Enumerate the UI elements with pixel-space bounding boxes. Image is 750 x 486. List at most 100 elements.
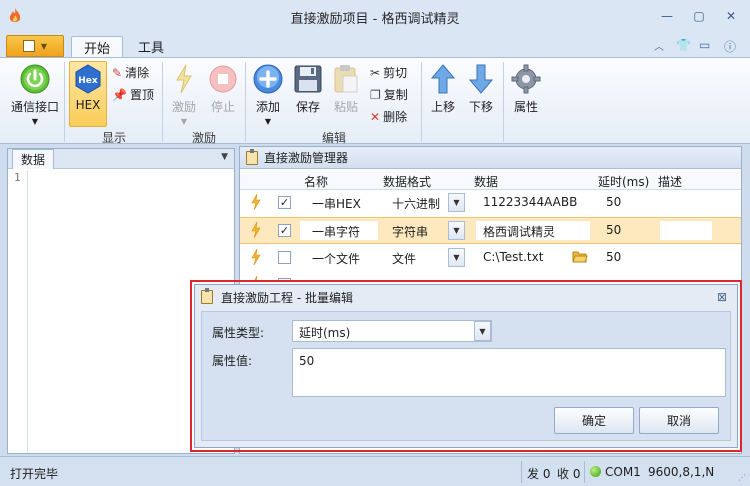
table-row-partial[interactable] xyxy=(240,272,741,280)
window-title: 直接激励项目 - 格西调试精灵 xyxy=(290,12,460,27)
hex-icon: Hex xyxy=(75,64,101,94)
com-port: COM1 xyxy=(605,465,641,479)
row-checkbox[interactable] xyxy=(278,251,291,264)
add-label: 添加 xyxy=(255,100,280,114)
format-dropdown-button[interactable]: ▼ xyxy=(448,221,465,240)
column-header-format[interactable]: 数据格式 xyxy=(383,173,431,190)
document-icon xyxy=(22,40,35,52)
floppy-disk-icon xyxy=(294,65,322,93)
add-circle-icon xyxy=(253,64,283,94)
properties-label: 属性 xyxy=(513,100,538,114)
dialog-title-bar: 直接激励工程 - 批量编辑 xyxy=(195,285,737,309)
ok-button[interactable]: 确定 xyxy=(554,407,634,434)
copy-icon: ❐ xyxy=(370,87,381,102)
tab-start[interactable]: 开始 xyxy=(71,36,124,57)
table-row[interactable]: ✓ 一串HEX 十六进制 ▼ 11223344AABB 50 xyxy=(240,190,741,217)
monitor-icon[interactable]: ▭ xyxy=(699,38,710,52)
eraser-icon: ✎ xyxy=(112,65,123,80)
chevron-down-icon: ▼ xyxy=(264,117,272,126)
help-icon[interactable]: ⓘ xyxy=(724,38,736,55)
row-format: 字符串 xyxy=(392,225,429,239)
property-type-value: 延时(ms) xyxy=(299,326,351,340)
column-header-delay[interactable]: 延时(ms) xyxy=(598,173,649,190)
chevron-down-icon[interactable]: ▼ xyxy=(474,321,491,341)
close-button[interactable]: ✕ xyxy=(721,7,741,25)
row-name: 一串HEX xyxy=(312,197,361,211)
application-menu-button[interactable]: ▼ xyxy=(6,35,64,57)
hex-button-content: Hex HEX xyxy=(69,64,107,112)
cut-label: 剪切 xyxy=(383,66,408,80)
add-button[interactable]: 添加 ▼ xyxy=(251,64,285,126)
stimulate-label: 激励 xyxy=(171,100,196,114)
paste-button[interactable]: 粘贴 xyxy=(329,64,363,115)
connect-label: 通信接口 xyxy=(10,100,59,114)
chevron-up-icon[interactable]: ︿ xyxy=(654,38,664,53)
property-value-label: 属性值: xyxy=(212,354,253,368)
row-delay: 50 xyxy=(606,250,622,264)
format-dropdown-button[interactable]: ▼ xyxy=(448,193,465,212)
group-stimulate-label: 激励 xyxy=(191,131,216,145)
ribbon-tab-row: ▼ 开始 工具 ︿ 👕 ▭ ⓘ xyxy=(0,33,750,57)
clipboard-icon xyxy=(246,148,258,165)
format-dropdown-button[interactable]: ▼ xyxy=(448,248,465,267)
stop-button[interactable]: 停止 xyxy=(206,64,240,115)
chevron-down-icon[interactable]: ▼ xyxy=(221,152,228,162)
line-number-gutter: 1 xyxy=(8,170,28,453)
ribbon: 通信接口 ▼ Hex HEX ✎ 清除 📌 置顶 显示 激励 ▼ 停止 激励 添… xyxy=(0,57,750,145)
column-header-description[interactable]: 描述 xyxy=(658,173,682,190)
stimulate-button[interactable]: 激励 ▼ xyxy=(167,64,201,126)
column-header-data[interactable]: 数据 xyxy=(474,173,498,190)
power-icon xyxy=(20,64,50,94)
minimize-button[interactable]: — xyxy=(657,7,677,25)
row-format: 十六进制 xyxy=(392,197,441,211)
table-row[interactable]: 一个文件 文件 ▼ C:\Test.txt 50 xyxy=(240,245,741,272)
lightning-icon[interactable] xyxy=(251,194,261,210)
manager-title: 直接激励管理器 xyxy=(264,151,349,165)
lightning-icon[interactable] xyxy=(251,249,261,265)
copy-button[interactable]: ❐ 复制 xyxy=(370,86,408,103)
move-down-label: 下移 xyxy=(468,100,493,114)
connect-button[interactable]: 通信接口 ▼ xyxy=(10,64,60,126)
tab-data[interactable]: 数据 xyxy=(12,149,55,169)
dialog-title: 直接激励工程 - 批量编辑 xyxy=(221,290,353,305)
stop-label: 停止 xyxy=(210,100,235,114)
move-up-button[interactable]: 上移 xyxy=(428,64,458,115)
connection-status-icon xyxy=(590,466,601,477)
row-delay: 50 xyxy=(606,195,622,209)
tab-tools[interactable]: 工具 xyxy=(126,36,176,57)
title-bar: 直接激励项目 - 格西调试精灵 — ▢ ✕ xyxy=(0,0,750,33)
close-icon[interactable]: ⊠ xyxy=(717,290,727,304)
move-down-button[interactable]: 下移 xyxy=(466,64,496,115)
resize-grip-icon[interactable]: ⋰ xyxy=(738,473,746,482)
lightning-icon[interactable] xyxy=(251,222,261,238)
status-bar: 打开完毕 发 0 收 0 COM1 9600,8,1,N ⋰ xyxy=(0,456,750,486)
copy-label: 复制 xyxy=(383,88,408,102)
shirt-icon[interactable]: 👕 xyxy=(676,38,691,52)
folder-open-icon[interactable] xyxy=(572,250,588,264)
cancel-button[interactable]: 取消 xyxy=(639,407,719,434)
received-count: 收 0 xyxy=(557,467,581,481)
clear-button[interactable]: ✎ 清除 xyxy=(112,64,149,81)
manager-header: 直接激励管理器 xyxy=(240,147,741,169)
row-data: 11223344AABB xyxy=(483,195,578,209)
delete-button[interactable]: ✕ 删除 xyxy=(370,108,407,125)
row-data: C:\Test.txt xyxy=(483,250,544,264)
row-name: 一个文件 xyxy=(312,252,361,266)
grid-header: 名称 数据格式 数据 延时(ms) 描述 xyxy=(240,170,741,190)
property-type-label: 属性类型: xyxy=(212,326,265,340)
row-checkbox[interactable]: ✓ xyxy=(278,224,291,237)
pin-top-button[interactable]: 📌 置顶 xyxy=(112,86,154,103)
hex-label: HEX xyxy=(75,98,101,112)
row-checkbox[interactable]: ✓ xyxy=(278,196,291,209)
property-type-select[interactable]: 延时(ms) ▼ xyxy=(292,320,492,342)
maximize-button[interactable]: ▢ xyxy=(689,7,709,25)
property-value-text: 50 xyxy=(299,354,315,368)
gear-icon xyxy=(511,64,541,94)
table-row-selected[interactable]: ✓ 一串字符 字符串 ▼ 格西调试精灵 50 xyxy=(240,217,741,244)
group-edit-label: 编辑 xyxy=(321,131,346,145)
save-button[interactable]: 保存 xyxy=(291,64,325,115)
properties-button[interactable]: 属性 xyxy=(509,64,543,115)
property-value-input[interactable]: 50 xyxy=(292,348,726,397)
column-header-name[interactable]: 名称 xyxy=(304,173,328,190)
cut-button[interactable]: ✂ 剪切 xyxy=(370,64,407,81)
